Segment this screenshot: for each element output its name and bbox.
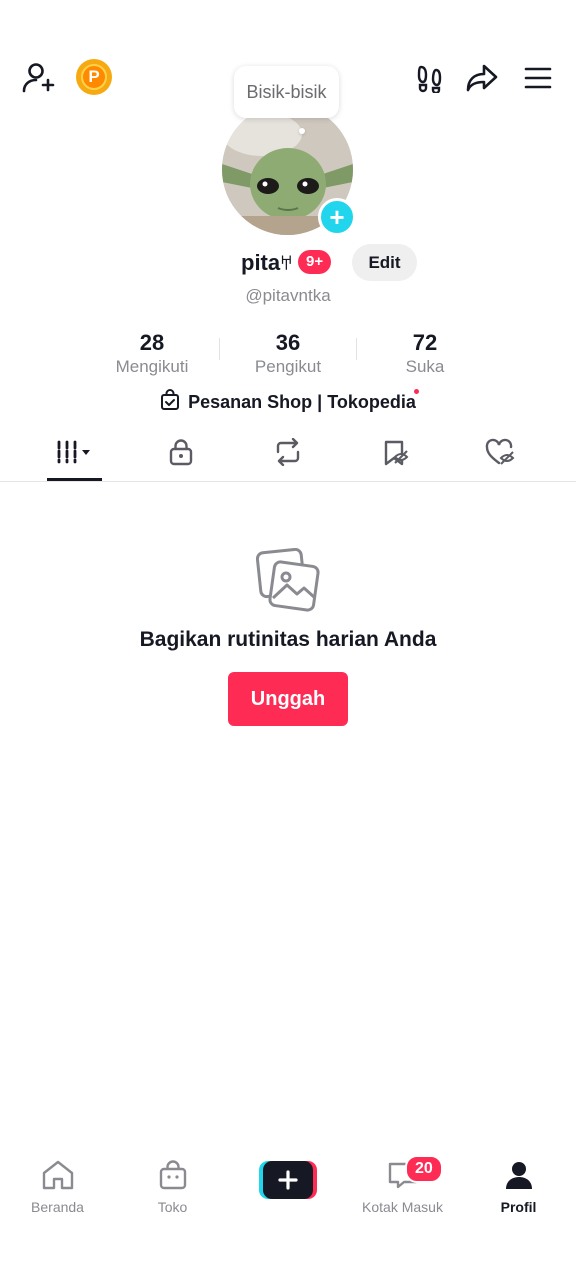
nav-profile[interactable]: Profil — [461, 1160, 576, 1220]
nav-home[interactable]: Beranda — [0, 1160, 115, 1220]
tab-videos[interactable] — [40, 434, 110, 474]
stat-label: Suka — [405, 357, 445, 376]
bookmark-hidden-icon — [381, 438, 411, 471]
stat-label: Pengikut — [254, 357, 322, 376]
tab-liked-hidden[interactable] — [466, 434, 536, 474]
stat-value: 28 — [139, 330, 165, 355]
create-button[interactable] — [259, 1161, 317, 1199]
shop-bag-icon — [158, 1160, 188, 1195]
username-glyph: 𐀀 — [280, 254, 293, 274]
footprint-icon[interactable] — [410, 58, 450, 98]
share-icon[interactable] — [462, 58, 502, 98]
notification-badge[interactable]: 9+ — [298, 250, 332, 274]
menu-icon[interactable] — [518, 58, 558, 98]
nav-label: Beranda — [31, 1199, 84, 1215]
points-coin-icon[interactable]: P — [76, 59, 112, 95]
nav-label: Kotak Masuk — [362, 1199, 443, 1215]
tab-favorites-hidden[interactable] — [361, 434, 431, 474]
nav-label: Toko — [157, 1199, 188, 1215]
stat-followers[interactable]: 36 Pengikut — [218, 330, 358, 377]
nav-label: Profil — [500, 1199, 537, 1215]
tooltip-tail — [299, 128, 305, 134]
stat-following[interactable]: 28 Mengikuti — [82, 330, 222, 377]
nav-shop[interactable]: Toko — [115, 1160, 230, 1220]
username-text: pita — [241, 250, 281, 275]
stat-value: 36 — [275, 330, 301, 355]
stat-label: Mengikuti — [115, 357, 189, 376]
empty-state-title: Bagikan rutinitas harian Anda — [139, 628, 437, 651]
grid-bars-icon — [53, 438, 97, 471]
whisper-tooltip[interactable]: Bisik-bisik — [234, 66, 339, 118]
upload-button[interactable]: Unggah — [228, 672, 348, 726]
profile-handle: @pitavntka — [245, 286, 331, 305]
lock-icon — [168, 438, 194, 471]
add-avatar-button[interactable]: + — [318, 198, 356, 236]
shop-link-label: Pesanan Shop | Tokopedia — [188, 392, 416, 412]
tab-reposts[interactable] — [253, 434, 323, 474]
heart-hidden-icon — [485, 438, 517, 471]
add-friend-icon[interactable] — [16, 58, 60, 98]
home-icon — [41, 1160, 75, 1195]
tab-private[interactable] — [146, 434, 216, 474]
shopping-bag-icon — [160, 389, 180, 416]
stat-value: 72 — [412, 330, 438, 355]
edit-profile-button[interactable]: Edit — [352, 244, 417, 281]
inbox-count-badge: 20 — [405, 1155, 443, 1183]
username: pita𐀀 — [241, 250, 293, 276]
profile-icon — [504, 1160, 534, 1195]
shop-notification-dot — [414, 389, 419, 394]
points-label: P — [81, 64, 107, 90]
tabs-divider — [0, 481, 576, 482]
stat-likes[interactable]: 72 Suka — [355, 330, 495, 377]
photos-icon — [255, 547, 320, 612]
shop-orders-link[interactable]: Pesanan Shop | Tokopedia — [0, 389, 576, 416]
repost-icon — [273, 437, 303, 471]
